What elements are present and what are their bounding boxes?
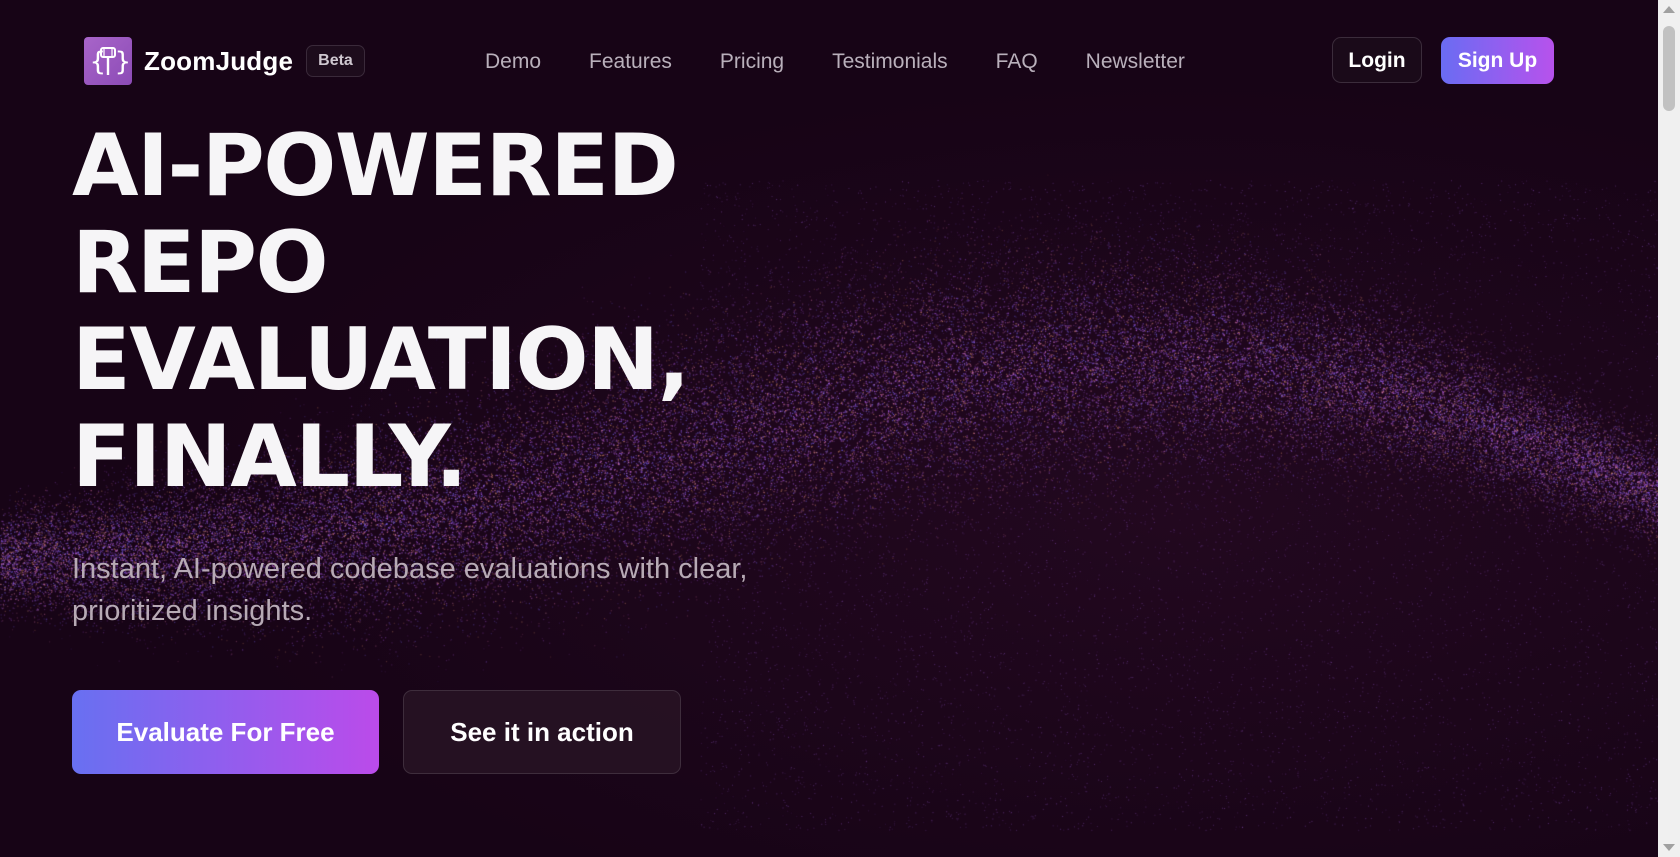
brand-name[interactable]: ZoomJudge <box>144 46 293 77</box>
hero-title-line: EVALUATION, <box>72 310 690 410</box>
see-it-in-action-button[interactable]: See it in action <box>403 690 681 774</box>
svg-text:{: { <box>90 47 106 77</box>
scroll-down-arrow-icon[interactable] <box>1663 844 1675 851</box>
nav-item-testimonials[interactable]: Testimonials <box>832 46 948 78</box>
scrollbar-thumb[interactable] <box>1663 26 1675 111</box>
hero-title: AI-POWERED REPO EVALUATION, FINALLY. <box>72 116 690 507</box>
nav-item-features[interactable]: Features <box>589 46 672 78</box>
signup-button[interactable]: Sign Up <box>1441 37 1554 84</box>
main-nav: Demo Features Pricing Testimonials FAQ N… <box>485 46 1233 78</box>
nav-item-faq[interactable]: FAQ <box>996 46 1038 78</box>
evaluate-for-free-button[interactable]: Evaluate For Free <box>72 690 379 774</box>
top-navigation-bar: { } ZoomJudge Beta Demo Features Pricing… <box>0 0 1658 125</box>
svg-text:}: } <box>115 47 128 77</box>
vertical-scrollbar[interactable] <box>1658 0 1680 857</box>
landing-page: { } ZoomJudge Beta Demo Features Pricing… <box>0 0 1680 857</box>
nav-item-demo[interactable]: Demo <box>485 46 541 78</box>
hero-title-line: REPO <box>72 213 329 313</box>
gavel-logo-icon: { } <box>84 37 132 85</box>
hero-subtitle: Instant, AI-powered codebase evaluations… <box>72 553 748 627</box>
nav-item-newsletter[interactable]: Newsletter <box>1086 46 1185 78</box>
scroll-up-arrow-icon[interactable] <box>1663 6 1675 13</box>
nav-item-pricing[interactable]: Pricing <box>720 46 784 78</box>
hero-title-line: AI-POWERED <box>72 116 679 216</box>
login-button[interactable]: Login <box>1332 37 1422 83</box>
beta-badge: Beta <box>306 45 365 77</box>
brand[interactable]: { } ZoomJudge Beta <box>84 37 365 85</box>
hero-title-line: FINALLY. <box>72 407 468 507</box>
